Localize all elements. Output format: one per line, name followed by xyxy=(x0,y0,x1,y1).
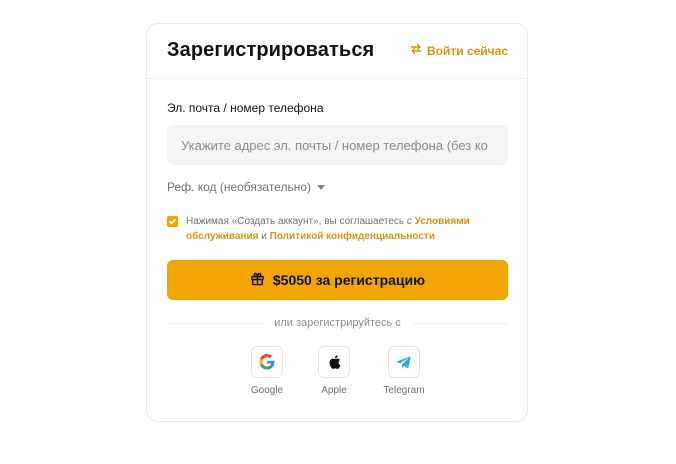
divider-line-right xyxy=(412,322,509,324)
divider-line-left xyxy=(167,322,263,324)
referral-code-label: Реф. код (необязательно) xyxy=(167,180,311,194)
apple-label: Apple xyxy=(321,385,347,396)
telegram-icon xyxy=(396,356,411,369)
referral-code-toggle[interactable]: Реф. код (необязательно) xyxy=(167,180,325,194)
gift-icon xyxy=(250,271,265,289)
check-icon xyxy=(168,218,177,225)
google-icon xyxy=(259,354,275,370)
email-field[interactable] xyxy=(167,125,508,165)
social-divider: или зарегистрируйтесь с xyxy=(167,316,509,330)
privacy-link[interactable]: Политикой конфиденциальности xyxy=(270,231,435,242)
email-field-label: Эл. почта / номер телефона xyxy=(167,101,324,115)
agreement-text: Нажимая «Создать аккаунт», вы соглашаете… xyxy=(186,214,497,244)
social-google: Google xyxy=(237,346,297,396)
swap-arrows-icon xyxy=(410,43,422,58)
agreement-prefix: Нажимая «Создать аккаунт», вы соглашаете… xyxy=(186,216,415,227)
card-header: Зарегистрироваться Войти сейчас xyxy=(147,24,527,79)
social-divider-text: или зарегистрируйтесь с xyxy=(274,317,401,329)
agreement-middle: и xyxy=(258,231,270,242)
agreement-checkbox[interactable] xyxy=(167,216,178,227)
agreement-row: Нажимая «Создать аккаунт», вы соглашаете… xyxy=(167,214,497,244)
create-account-button[interactable]: $5050 за регистрацию xyxy=(167,260,508,300)
social-telegram: Telegram xyxy=(374,346,434,396)
google-label: Google xyxy=(250,385,284,396)
login-now-link[interactable]: Войти сейчас xyxy=(410,43,508,58)
signup-card: Зарегистрироваться Войти сейчас Эл. почт… xyxy=(146,23,528,422)
telegram-label: Telegram xyxy=(383,385,425,396)
social-apple: Apple xyxy=(304,346,364,396)
caret-down-icon xyxy=(317,185,325,190)
apple-signup-button[interactable] xyxy=(318,346,350,378)
google-signup-button[interactable] xyxy=(251,346,283,378)
create-account-label: $5050 за регистрацию xyxy=(272,272,426,288)
email-field-container xyxy=(167,125,508,165)
login-now-label: Войти сейчас xyxy=(427,43,508,58)
apple-icon xyxy=(329,355,341,369)
page-title: Зарегистрироваться xyxy=(167,39,375,61)
social-providers: Google Apple Telegram xyxy=(147,346,527,406)
telegram-signup-button[interactable] xyxy=(388,346,420,378)
